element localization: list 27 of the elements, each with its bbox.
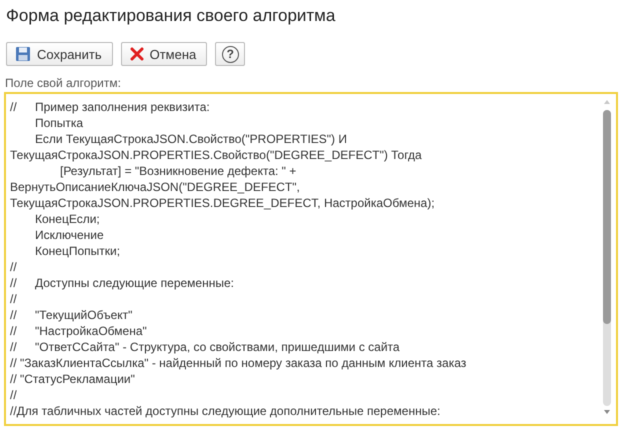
code-line: // Пример заполнения реквизита:: [10, 99, 211, 115]
code-line: //: [10, 259, 18, 275]
code-line: // "СтатусРекламации": [10, 371, 136, 387]
cancel-button[interactable]: Отмена: [120, 42, 208, 66]
code-line: ТекущаяСтрокаJSON.PROPERTIES.DEGREE_DEFECT, НастройкаОбмена);: [10, 195, 436, 211]
code-line: // "ЗаказКлиентаСсылка" - найденный по номеру заказа по данным клиента заказ: [10, 355, 468, 371]
window-title: Форма редактирования своего алгоритма: [6, 6, 336, 27]
code-line: // "НастройкаОбмена": [10, 323, 148, 339]
code-text-area[interactable]: [4, 92, 618, 426]
code-line: Исключение: [34, 227, 105, 243]
code-line: // Доступны следующие переменные:: [10, 275, 235, 291]
code-line: [Результат] = "Возникновение дефекта: " +: [59, 163, 298, 179]
code-line: ТекущаяСтрокаJSON.PROPERTIES.Свойство("DEGREE_DEFECT") Тогда: [10, 147, 423, 163]
save-button[interactable]: Сохранить: [6, 42, 113, 66]
code-line: //: [10, 387, 18, 403]
code-line: КонецПопытки;: [34, 243, 122, 259]
code-line: //: [10, 291, 18, 307]
code-line: //Для табличных частей доступны следующие дополнительные переменные:: [10, 403, 442, 419]
code-line: Если ТекущаяСтрокаJSON.Свойство("PROPERTIES") И: [34, 131, 348, 147]
code-line: ВернутьОписаниеКлючаJSON("DEGREE_DEFECT",: [10, 179, 301, 195]
code-line: Попытка: [34, 115, 84, 131]
help-button[interactable]: ?: [215, 42, 246, 66]
code-line: // "ОтветССайта" - Структура, со свойствами, пришедшими с сайта: [10, 339, 401, 355]
code-line: КонецЕсли;: [34, 211, 101, 227]
close-icon: [130, 47, 144, 61]
field-label: Поле свой алгоритм:: [5, 76, 122, 90]
code-line: // "ТекущийОбъект": [10, 307, 134, 323]
